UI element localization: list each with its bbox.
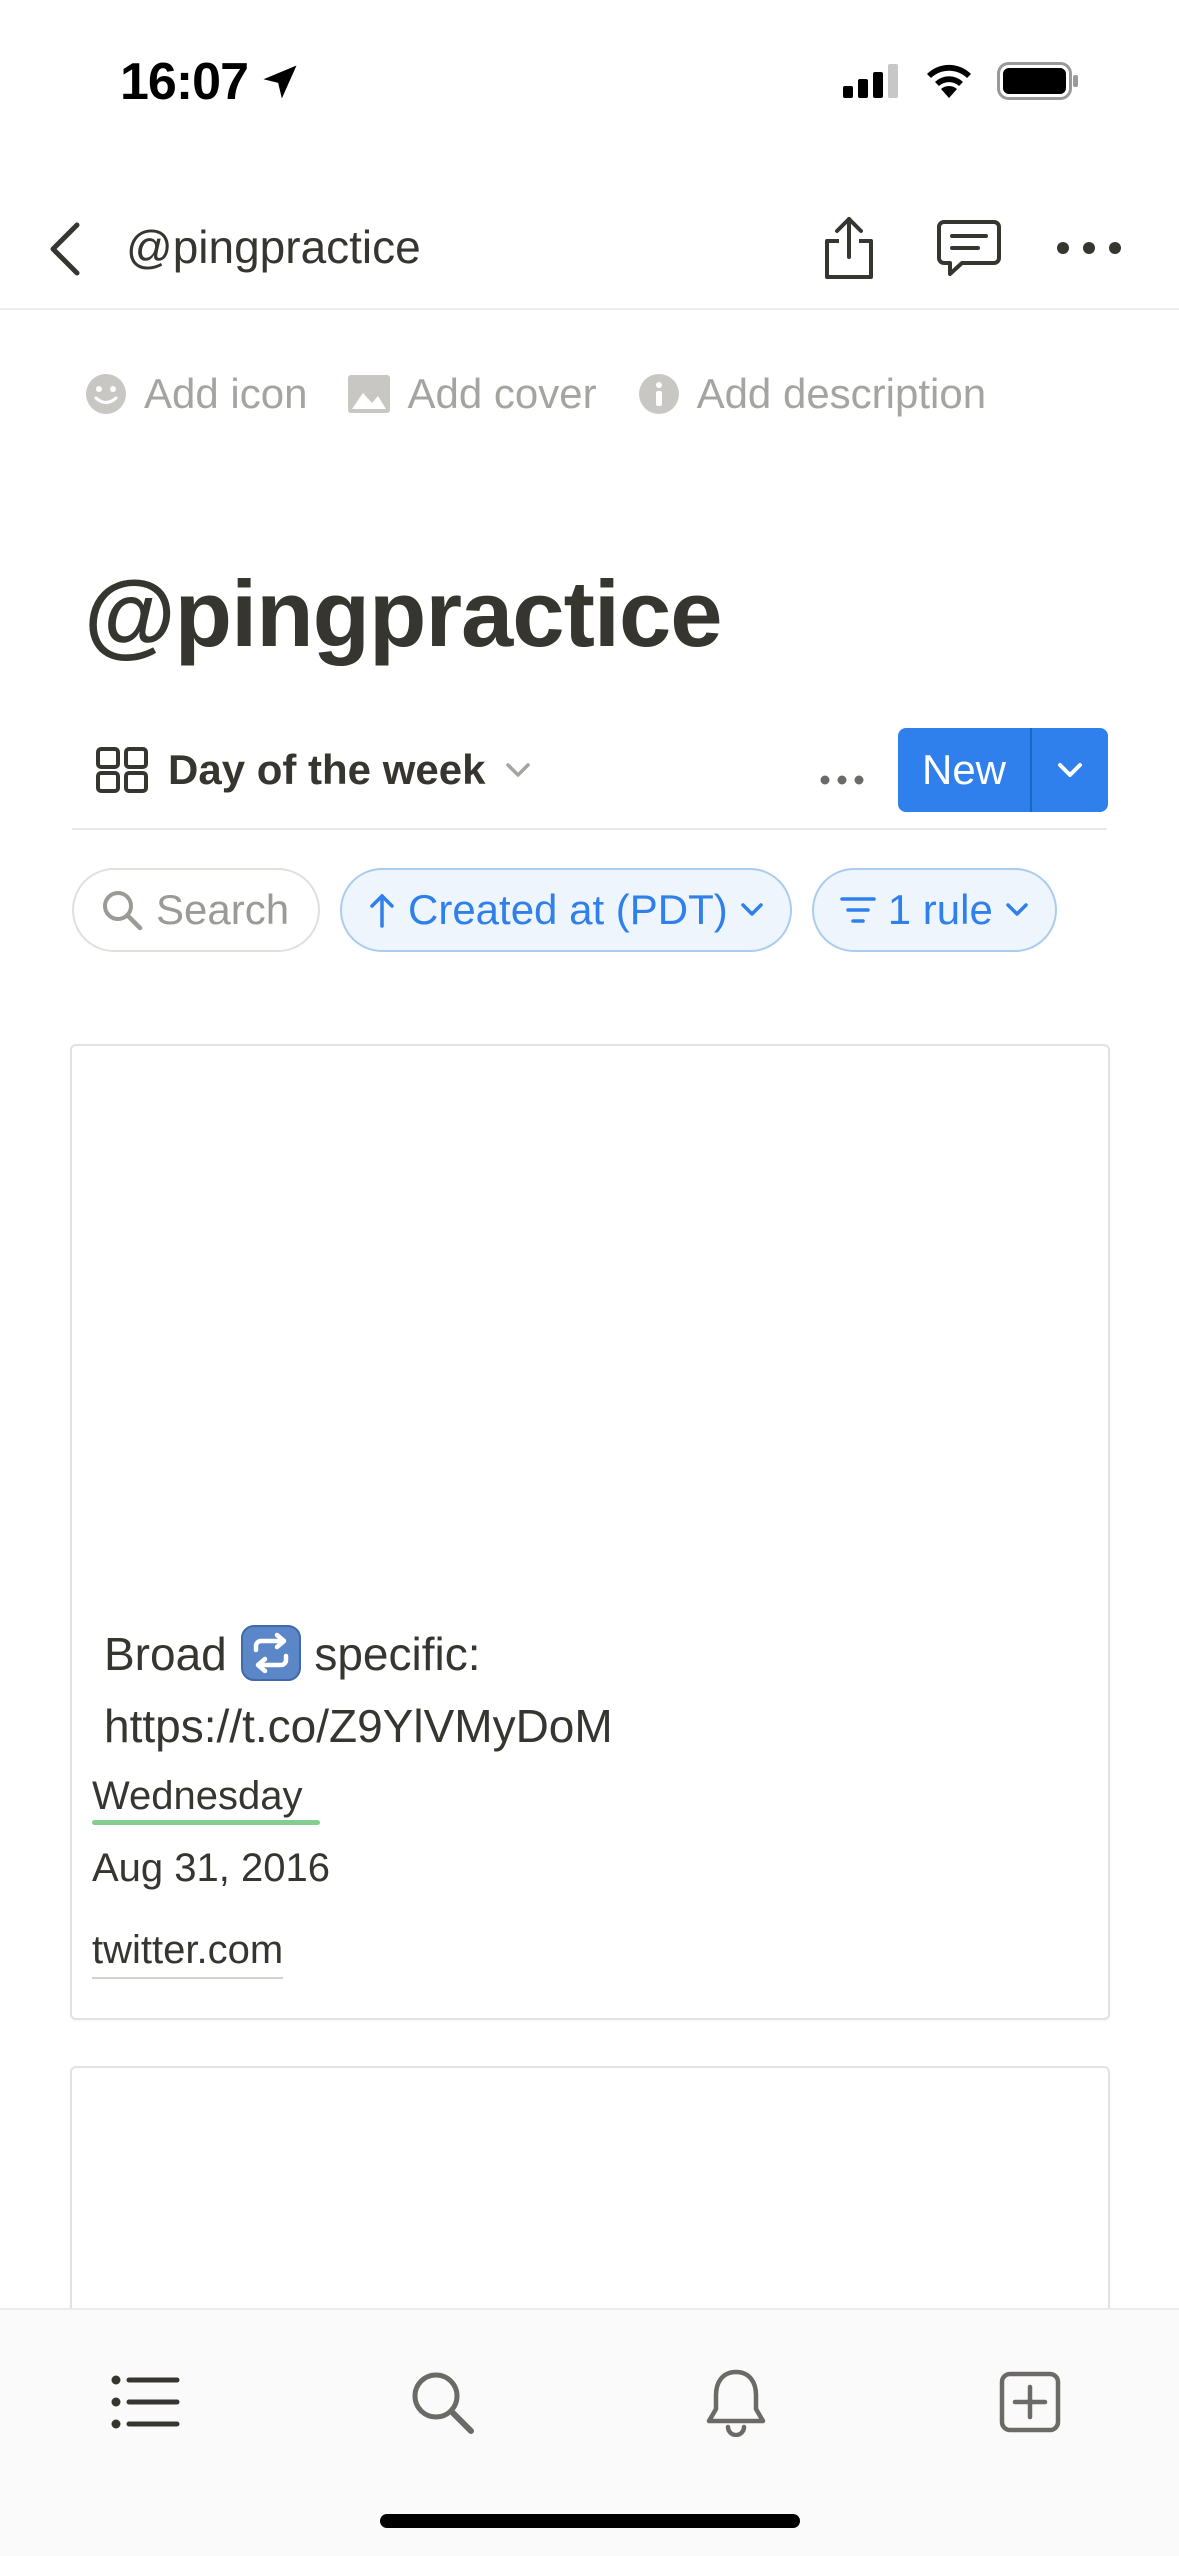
home-indicator — [380, 2514, 800, 2528]
tab-home[interactable] — [96, 2352, 196, 2452]
info-icon — [637, 372, 681, 416]
view-name: Day of the week — [168, 746, 486, 793]
view-selector[interactable]: Day of the week — [96, 746, 531, 794]
nav-title: @pingpractice — [126, 221, 421, 273]
gallery-view-icon — [96, 747, 148, 793]
chevron-down-icon — [506, 763, 531, 777]
new-template-dropdown[interactable] — [1032, 728, 1108, 812]
tab-notifications[interactable] — [686, 2352, 786, 2452]
list-icon — [111, 2375, 180, 2429]
status-time: 16:07 — [120, 53, 249, 111]
comment-icon — [937, 220, 1001, 276]
more-icon — [1057, 242, 1121, 254]
status-time-group: 16:07 — [120, 52, 302, 112]
card-title-part-2: specific: — [314, 1628, 481, 1680]
back-chevron-icon — [50, 222, 80, 276]
location-arrow-icon — [263, 65, 297, 99]
chevron-down-icon — [741, 903, 763, 916]
tab-new-page[interactable] — [980, 2352, 1080, 2452]
new-button[interactable]: New — [898, 728, 1032, 812]
back-button[interactable] — [30, 214, 100, 284]
filter-chips: Search Created at (PDT) 1 rule — [72, 868, 1057, 952]
comments-button[interactable] — [929, 208, 1009, 288]
add-icon-label: Add icon — [144, 370, 308, 417]
more-icon — [820, 775, 864, 785]
search-chip[interactable]: Search — [72, 868, 320, 952]
search-icon — [103, 891, 143, 931]
add-description-button[interactable]: Add description — [637, 370, 987, 418]
page-title[interactable]: @pingpractice — [84, 560, 723, 668]
database-view-bar: Day of the week New — [72, 728, 1108, 830]
sort-chip-label: Created at (PDT) — [408, 886, 728, 933]
sort-chip[interactable]: Created at (PDT) — [340, 868, 792, 952]
wifi-icon — [927, 64, 971, 98]
share-icon — [825, 217, 873, 279]
repeat-emoji-icon — [240, 1625, 301, 1681]
bell-icon — [706, 2369, 766, 2437]
filter-chip[interactable]: 1 rule — [811, 868, 1057, 952]
smiley-icon — [84, 372, 128, 416]
search-chip-label: Search — [156, 886, 290, 933]
add-cover-button[interactable]: Add cover — [347, 370, 597, 418]
chevron-down-icon — [1058, 763, 1082, 777]
new-page-icon — [999, 2371, 1061, 2433]
filter-chip-label: 1 rule — [887, 886, 993, 933]
nav-bar: @pingpractice — [0, 190, 1179, 310]
chevron-down-icon — [1006, 903, 1028, 916]
add-cover-label: Add cover — [407, 370, 597, 417]
view-options-button[interactable] — [802, 750, 882, 810]
filter-icon — [840, 897, 876, 923]
image-icon — [347, 372, 391, 416]
card-title-part-1: Broad — [104, 1628, 227, 1680]
day-tag-underline — [92, 1820, 320, 1825]
search-icon — [412, 2372, 474, 2434]
card-url-property[interactable]: twitter.com — [92, 1928, 284, 1979]
gallery-card[interactable]: Broad specific: https://t.co/Z9YlVMyDoM … — [70, 1044, 1110, 2020]
tab-search[interactable] — [392, 2352, 492, 2452]
status-icons — [843, 62, 1079, 100]
battery-icon — [997, 62, 1078, 100]
cellular-signal-icon — [843, 64, 898, 98]
card-title-link: https://t.co/Z9YlVMyDoM — [104, 1700, 613, 1752]
add-description-label: Add description — [696, 370, 987, 417]
card-title: Broad specific: https://t.co/Z9YlVMyDoM — [104, 1618, 1044, 1762]
card-date-property: Aug 31, 2016 — [92, 1846, 330, 1890]
nav-actions — [809, 208, 1129, 288]
new-button-group: New — [898, 728, 1108, 812]
more-options-button[interactable] — [1049, 208, 1129, 288]
share-button[interactable] — [809, 208, 889, 288]
status-bar: 16:07 — [0, 0, 1179, 160]
add-icon-button[interactable]: Add icon — [84, 370, 307, 418]
page-header-actions: Add icon Add cover Add description — [84, 370, 986, 418]
card-day-property: Wednesday — [92, 1774, 303, 1818]
arrow-up-icon — [370, 894, 394, 928]
